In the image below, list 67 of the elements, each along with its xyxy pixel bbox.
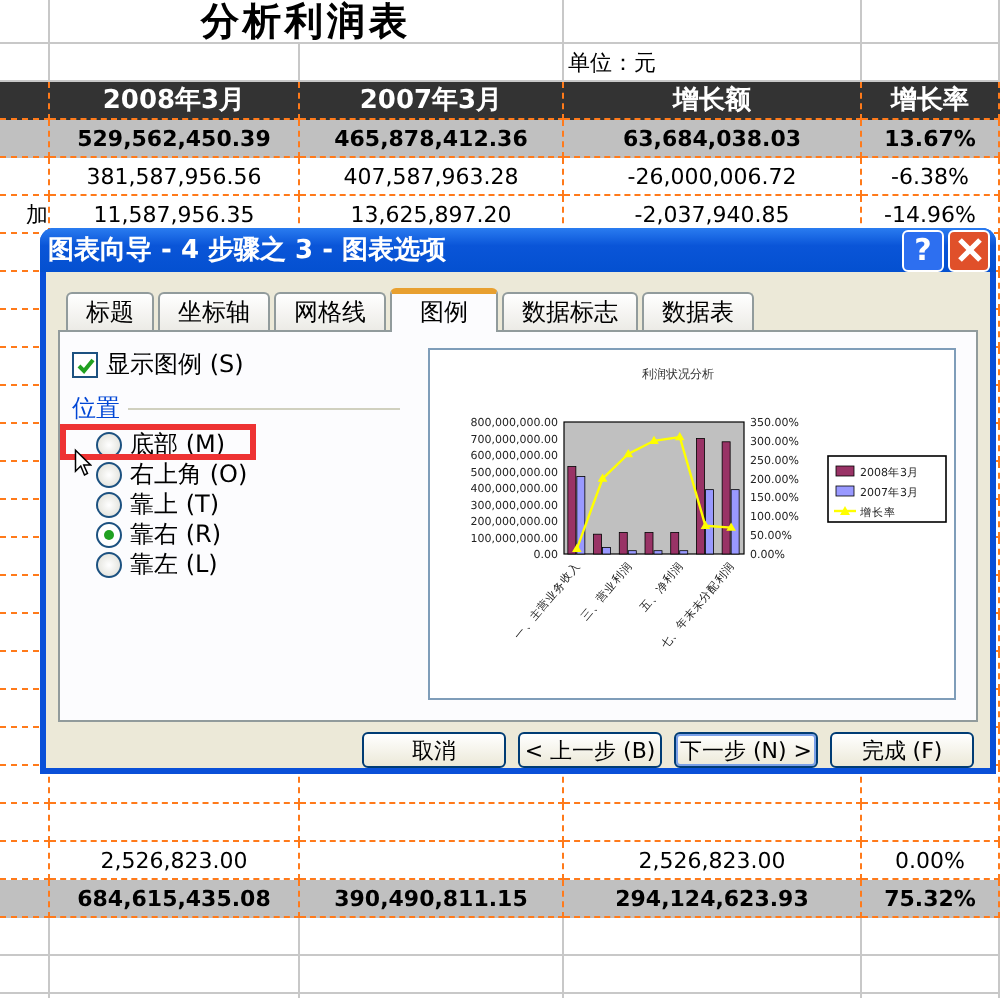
table-cell: 529,562,450.39	[50, 120, 300, 158]
table-cell: -26,000,006.72	[564, 158, 862, 196]
table-cell: 465,878,412.36	[300, 120, 564, 158]
point	[700, 520, 711, 529]
radio-option[interactable]: 右上角 (O)	[96, 460, 248, 488]
check-icon	[75, 355, 95, 375]
help-button[interactable]: ?	[902, 229, 944, 271]
table-cell: 75.32%	[862, 880, 1000, 918]
point	[649, 435, 659, 445]
empty-cell	[862, 918, 1000, 956]
group-heading: 位置	[72, 392, 120, 426]
table-cell: 63,684,038.03	[564, 120, 862, 158]
table-cell: 684,615,435.08	[50, 880, 300, 918]
table-cell: 390,490,811.15	[300, 880, 564, 918]
empty-cell	[862, 956, 1000, 994]
column-header: 2007年3月	[300, 82, 564, 120]
tab[interactable]: 图例	[390, 288, 498, 332]
header-cell	[0, 82, 50, 120]
point	[572, 543, 582, 552]
dialog-button[interactable]: < 上一步 (B)	[518, 732, 662, 768]
show-legend-checkbox[interactable]: 显示图例 (S)	[72, 348, 400, 382]
empty-cell	[862, 0, 1000, 44]
checkbox[interactable]	[72, 352, 98, 378]
radio-option[interactable]: 靠上 (T)	[96, 490, 220, 518]
column-header: 增长率	[862, 82, 1000, 120]
tab[interactable]: 数据表	[642, 292, 754, 330]
empty-cell	[0, 804, 50, 842]
empty-cell	[0, 0, 50, 44]
legend-swatch	[835, 485, 855, 497]
close-button[interactable]	[948, 229, 990, 271]
dialog-button[interactable]: 完成 (F)	[830, 732, 974, 768]
table-cell: -6.38%	[862, 158, 1000, 196]
point	[597, 473, 608, 482]
table-cell: 407,587,963.28	[300, 158, 564, 196]
empty-cell	[0, 158, 50, 196]
table-cell: 13.67%	[862, 120, 1000, 158]
radio-option[interactable]: 靠右 (R)	[96, 520, 222, 548]
radio-option[interactable]: 底部 (M)	[96, 430, 226, 458]
point	[726, 522, 736, 531]
legend-swatch	[835, 465, 855, 477]
point	[674, 432, 685, 441]
empty-cell	[0, 918, 50, 956]
table-cell: 381,587,956.56	[50, 158, 300, 196]
tab[interactable]: 网格线	[274, 292, 386, 330]
dialog-button[interactable]: 取消	[362, 732, 506, 768]
empty-cell	[0, 956, 50, 994]
legend-swatch	[834, 506, 856, 515]
mouse-pointer-icon	[74, 448, 92, 478]
column-header: 2008年3月	[50, 82, 300, 120]
radio-option[interactable]: 靠左 (L)	[96, 550, 218, 578]
column-header: 增长额	[564, 82, 862, 120]
table-cell: 294,124,623.93	[564, 880, 862, 918]
empty-cell	[862, 804, 1000, 842]
tab[interactable]: 标题	[66, 292, 154, 330]
tab[interactable]: 数据标志	[502, 292, 638, 330]
tab[interactable]: 坐标轴	[158, 292, 270, 330]
radio-button[interactable]	[96, 461, 122, 487]
radio-button[interactable]	[96, 551, 122, 577]
chart-legend	[827, 455, 947, 523]
radio-button[interactable]	[96, 431, 122, 457]
dialog-title: 图表向导 - 4 步骤之 3 - 图表选项	[48, 233, 449, 268]
point	[623, 449, 634, 458]
dialog-button[interactable]: 下一步 (N) >	[674, 732, 818, 768]
radio-button[interactable]	[96, 491, 122, 517]
radio-button[interactable]	[96, 521, 122, 547]
close-icon	[955, 236, 983, 264]
sheet-title: 分析利润表	[50, 0, 564, 44]
